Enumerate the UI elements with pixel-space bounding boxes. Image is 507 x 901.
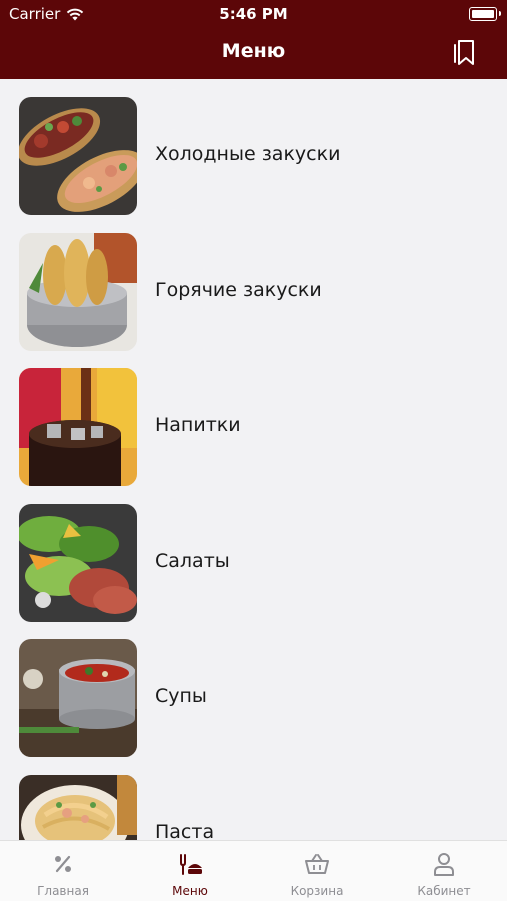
pasta-photo [19,775,137,840]
salads-photo [19,504,137,622]
clock: 5:46 PM [219,5,288,23]
hot-appetizers-photo [19,233,137,351]
menu-category-label: Паста [155,821,215,840]
menu-category-label: Холодные закуски [155,143,341,165]
header: Carrier 5:46 PM Меню [0,0,507,79]
menu-category-label: Супы [155,685,207,707]
tab-menu[interactable]: Меню [127,841,253,901]
menu-category-label: Горячие закуски [155,279,322,301]
menu-dish-icon [180,854,202,875]
tab-label: Меню [172,884,208,898]
tab-home[interactable]: Главная [0,841,126,901]
battery-icon [469,7,501,21]
person-icon [434,853,454,876]
tab-account[interactable]: Кабинет [381,841,507,901]
tab-bar: Главная Меню Корзина Кабинет [0,840,507,901]
drinks-photo [19,368,137,486]
menu-category-drinks[interactable]: Напитки [0,368,507,488]
percent-icon [55,855,71,873]
cold-appetizers-photo [19,97,137,215]
tab-label: Корзина [290,884,344,898]
soups-photo [19,639,137,757]
menu-category-pasta[interactable]: Паста [0,775,507,840]
tab-label: Главная [37,884,89,898]
menu-category-label: Напитки [155,414,241,436]
page-title: Меню [221,40,286,62]
menu-category-list[interactable]: Холодные закуски Горячие закуски Напитки… [0,79,507,840]
menu-category-soups[interactable]: Супы [0,639,507,759]
basket-icon [305,854,329,874]
status-bar: Carrier 5:46 PM [0,0,507,28]
bookmarks-icon[interactable] [452,38,476,66]
tab-cart[interactable]: Корзина [254,841,380,901]
menu-category-cold-appetizers[interactable]: Холодные закуски [0,97,507,217]
menu-category-label: Салаты [155,550,230,572]
tab-label: Кабинет [417,884,471,898]
menu-category-hot-appetizers[interactable]: Горячие закуски [0,233,507,353]
menu-category-salads[interactable]: Салаты [0,504,507,624]
